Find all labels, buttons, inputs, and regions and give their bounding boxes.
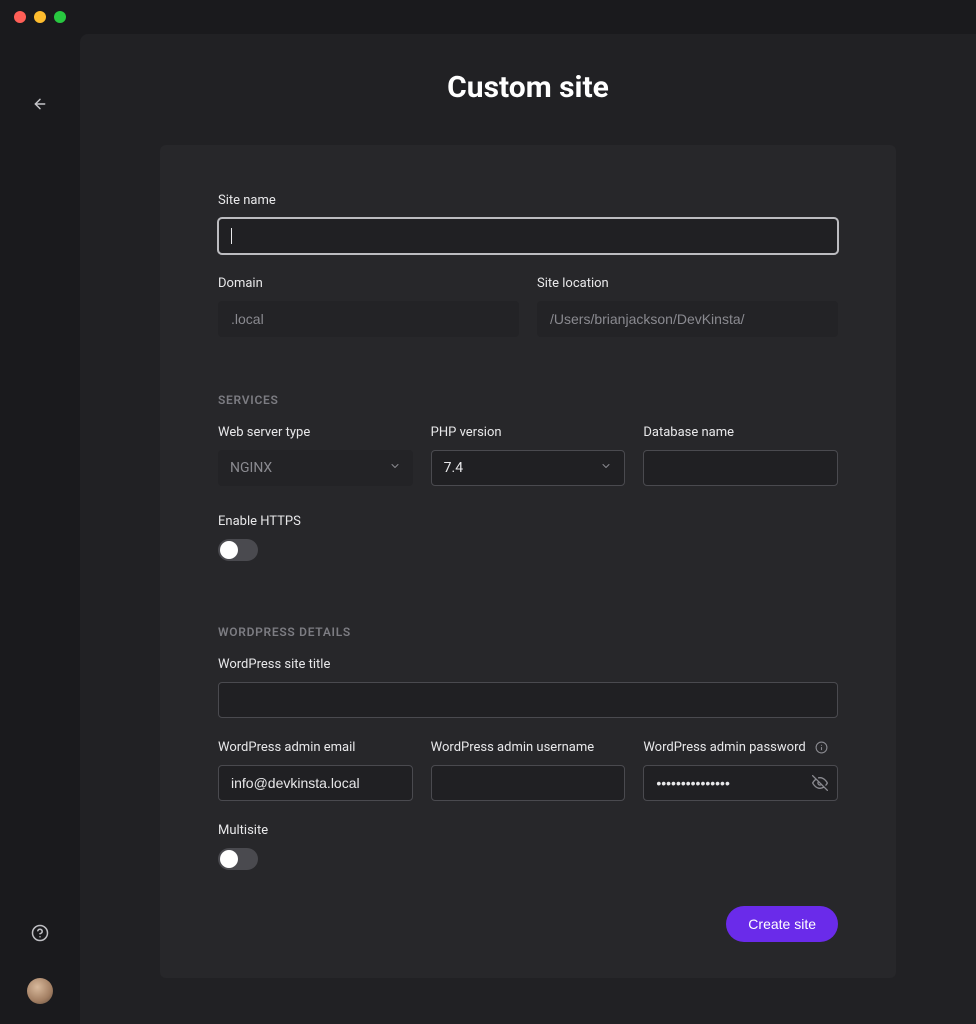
web-server-value: NGINX — [230, 460, 272, 476]
web-server-label: Web server type — [218, 425, 413, 440]
wp-title-input[interactable] — [218, 682, 838, 718]
text-cursor — [231, 228, 232, 244]
php-version-value: 7.4 — [444, 460, 463, 476]
database-name-input[interactable] — [643, 450, 838, 486]
database-name-label: Database name — [643, 425, 838, 440]
sidebar — [0, 34, 80, 1024]
help-circle-icon — [31, 924, 49, 942]
site-name-label: Site name — [218, 193, 838, 208]
info-icon[interactable] — [815, 741, 828, 754]
form-panel: Site name Domain Site location SERVICES — [160, 145, 896, 978]
multisite-toggle[interactable] — [218, 848, 258, 870]
create-site-button[interactable]: Create site — [726, 906, 838, 942]
enable-https-toggle[interactable] — [218, 539, 258, 561]
main-content: Custom site Site name Domain Site locati… — [80, 34, 976, 1024]
help-button[interactable] — [27, 920, 53, 946]
arrow-left-icon — [32, 96, 48, 112]
wp-password-label-text: WordPress admin password — [643, 740, 805, 755]
toggle-knob — [220, 541, 238, 559]
eye-off-icon — [812, 775, 828, 791]
enable-https-label: Enable HTTPS — [218, 514, 838, 529]
window-minimize-button[interactable] — [34, 11, 46, 23]
window-maximize-button[interactable] — [54, 11, 66, 23]
wp-email-input[interactable] — [218, 765, 413, 801]
site-location-label: Site location — [537, 276, 838, 291]
chevron-down-icon — [600, 460, 612, 476]
services-section-header: SERVICES — [218, 393, 838, 407]
user-avatar[interactable] — [27, 978, 53, 1004]
window-close-button[interactable] — [14, 11, 26, 23]
site-name-input[interactable] — [218, 218, 838, 254]
multisite-label: Multisite — [218, 823, 838, 838]
wp-username-label: WordPress admin username — [431, 740, 626, 755]
wp-username-input[interactable] — [431, 765, 626, 801]
wp-password-label: WordPress admin password — [643, 740, 838, 755]
page-title: Custom site — [447, 70, 609, 105]
domain-label: Domain — [218, 276, 519, 291]
chevron-down-icon — [389, 460, 401, 476]
domain-input[interactable] — [218, 301, 519, 337]
site-location-input[interactable] — [537, 301, 838, 337]
back-button[interactable] — [28, 92, 52, 116]
wordpress-section-header: WORDPRESS DETAILS — [218, 625, 838, 639]
web-server-select[interactable]: NGINX — [218, 450, 413, 486]
toggle-knob — [220, 850, 238, 868]
window-titlebar — [0, 0, 976, 34]
php-version-select[interactable]: 7.4 — [431, 450, 626, 486]
wp-password-input[interactable] — [643, 765, 838, 801]
wp-title-label: WordPress site title — [218, 657, 838, 672]
php-version-label: PHP version — [431, 425, 626, 440]
toggle-password-visibility-button[interactable] — [812, 775, 828, 791]
wp-email-label: WordPress admin email — [218, 740, 413, 755]
